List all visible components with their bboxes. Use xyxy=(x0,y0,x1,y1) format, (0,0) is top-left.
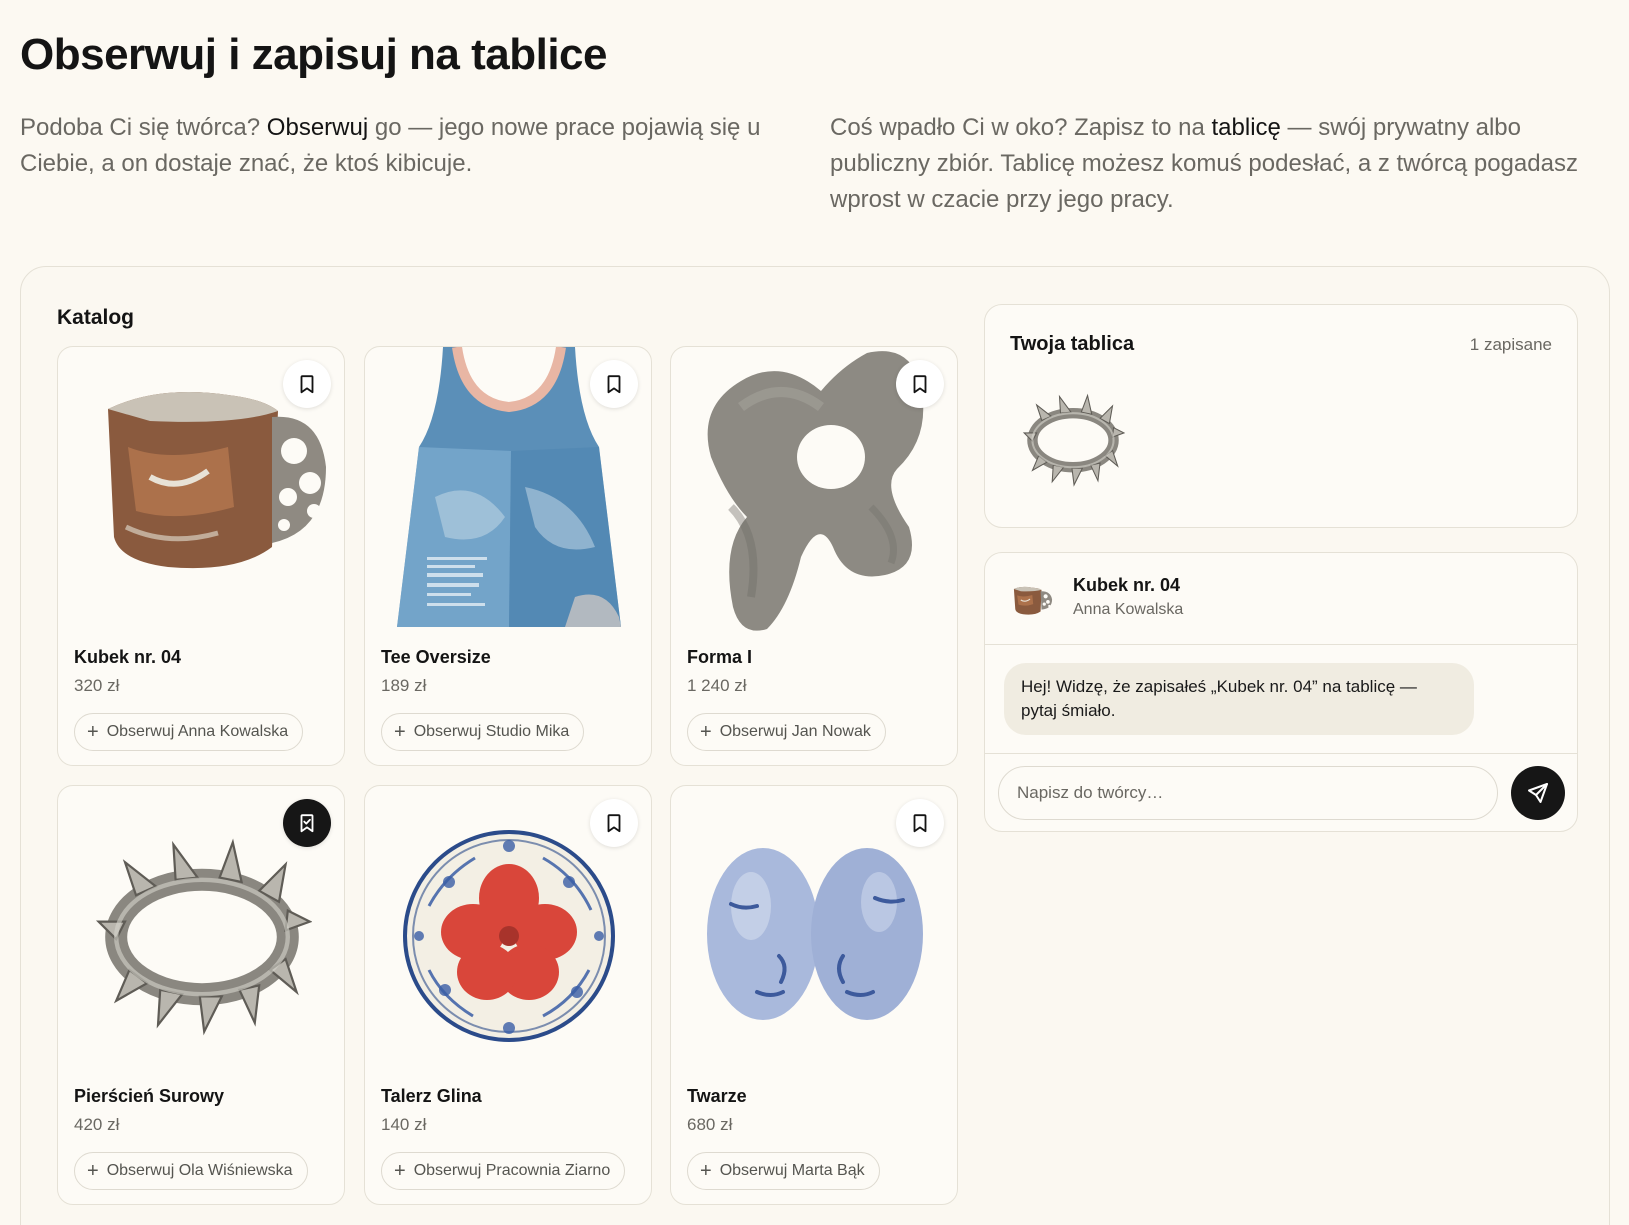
product-name: Talerz Glina xyxy=(381,1086,482,1106)
follow-button[interactable]: + Obserwuj Pracownia Ziarno xyxy=(381,1152,626,1190)
follow-button[interactable]: + Obserwuj Studio Mika xyxy=(381,713,585,751)
product-card-twarze[interactable]: Twarze 680 zł + Obserwuj Marta Bąk xyxy=(670,785,958,1205)
follow-label: Obserwuj Jan Nowak xyxy=(719,723,871,740)
follow-label: Obserwuj Anna Kowalska xyxy=(106,723,289,740)
chat-composer xyxy=(985,753,1577,831)
follow-button[interactable]: + Obserwuj Marta Bąk xyxy=(687,1152,880,1190)
bookmark-button[interactable] xyxy=(283,360,331,408)
board-panel: Twoja tablica 1 zapisane xyxy=(984,304,1578,528)
product-card-forma[interactable]: Forma I 1 240 zł + Obserwuj Jan Nowak xyxy=(670,346,958,766)
product-name: Pierścień Surowy xyxy=(74,1086,225,1106)
product-price: 320 zł xyxy=(74,676,120,695)
catalog-label: Katalog xyxy=(57,306,135,329)
bookmark-check-icon xyxy=(296,812,318,834)
page: Obserwuj i zapisuj na tablice Podoba Ci … xyxy=(0,0,1629,1225)
bookmark-icon xyxy=(909,373,931,395)
bookmark-button[interactable] xyxy=(896,360,944,408)
plus-icon: + xyxy=(394,1160,406,1182)
bookmark-saved-button[interactable] xyxy=(283,799,331,847)
bookmark-icon xyxy=(603,373,625,395)
mug-thumbnail-icon xyxy=(1013,586,1053,616)
follow-button[interactable]: + Obserwuj Anna Kowalska xyxy=(74,713,304,751)
bookmark-button[interactable] xyxy=(590,360,638,408)
product-card-kubek[interactable]: Kubek nr. 04 320 zł + Obserwuj Anna Kowal… xyxy=(57,346,345,766)
intro-boards-highlight: tablicę xyxy=(1211,114,1281,141)
product-price: 680 zł xyxy=(687,1115,733,1134)
bookmark-icon xyxy=(603,812,625,834)
intro-follow: Podoba Ci się twórca? Obserwuj go — jego… xyxy=(20,110,780,182)
product-price: 140 zł xyxy=(381,1115,427,1134)
bookmark-icon xyxy=(296,373,318,395)
plus-icon: + xyxy=(87,1160,99,1182)
intro-boards-text: Coś wpadło Ci w oko? Zapisz to na xyxy=(830,114,1212,141)
page-title: Obserwuj i zapisuj na tablice xyxy=(20,30,608,79)
chat-panel: Kubek nr. 04 Anna Kowalska Hej! Widzę, ż… xyxy=(984,552,1578,832)
board-title: Twoja tablica xyxy=(1010,333,1135,355)
product-price: 420 zł xyxy=(74,1115,120,1134)
product-card-pierscien[interactable]: Pierścień Surowy 420 zł + Obserwuj Ola Wi… xyxy=(57,785,345,1205)
bookmark-button[interactable] xyxy=(896,799,944,847)
intro-follow-highlight: Obserwuj xyxy=(266,114,369,141)
product-name: Forma I xyxy=(687,647,753,667)
follow-button[interactable]: + Obserwuj Jan Nowak xyxy=(687,713,886,751)
chat-message: Hej! Widzę, że zapisałeś „Kubek nr. 04” … xyxy=(1004,663,1474,735)
bookmark-icon xyxy=(909,812,931,834)
chat-maker-name: Anna Kowalska xyxy=(1073,601,1184,618)
message-input[interactable] xyxy=(998,766,1498,820)
product-card-talerz[interactable]: Talerz Glina 140 zł + Obserwuj Pracownia … xyxy=(364,785,652,1205)
product-card-tee[interactable]: Tee Oversize 189 zł + Obserwuj Studio Mik… xyxy=(364,346,652,766)
follow-label: Obserwuj Marta Bąk xyxy=(719,1162,865,1179)
follow-label: Obserwuj Pracownia Ziarno xyxy=(413,1162,611,1179)
intro-follow-text: Podoba Ci się twórca? xyxy=(20,114,267,141)
follow-label: Obserwuj Ola Wiśniewska xyxy=(106,1162,293,1179)
product-name: Twarze xyxy=(687,1086,747,1106)
plus-icon: + xyxy=(87,721,99,743)
send-button[interactable] xyxy=(1511,766,1565,820)
send-icon xyxy=(1528,783,1548,803)
plus-icon: + xyxy=(700,721,712,743)
bookmark-button[interactable] xyxy=(590,799,638,847)
intro-boards: Coś wpadło Ci w oko? Zapisz to na tablic… xyxy=(830,110,1610,218)
product-price: 1 240 zł xyxy=(687,676,747,695)
product-name: Tee Oversize xyxy=(381,647,491,667)
follow-label: Obserwuj Studio Mika xyxy=(413,723,570,740)
product-price: 189 zł xyxy=(381,676,427,695)
chat-header: Kubek nr. 04 Anna Kowalska xyxy=(985,553,1577,645)
product-name: Kubek nr. 04 xyxy=(74,647,182,667)
plus-icon: + xyxy=(700,1160,712,1182)
chat-product-name: Kubek nr. 04 xyxy=(1073,575,1181,595)
follow-button[interactable]: + Obserwuj Ola Wiśniewska xyxy=(74,1152,308,1190)
board-item-ring-thumbnail[interactable] xyxy=(1021,383,1125,487)
board-count: 1 zapisane xyxy=(1469,335,1552,354)
plus-icon: + xyxy=(394,721,406,743)
